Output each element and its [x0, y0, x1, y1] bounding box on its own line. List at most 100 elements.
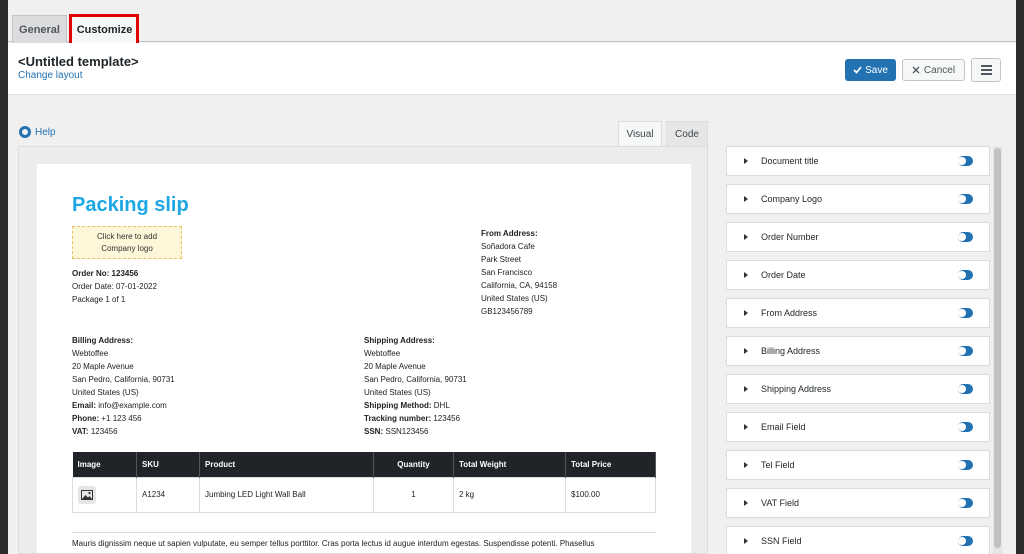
help-link[interactable]: Help — [19, 126, 56, 138]
cancel-label: Cancel — [923, 64, 956, 76]
logo-placeholder-line2: Company logo — [101, 243, 153, 253]
billing-address-heading: Billing Address: — [72, 336, 134, 345]
close-icon — [912, 66, 920, 74]
document-paper: Packing slip Click here to add Company l… — [37, 164, 691, 553]
side-item-email-field[interactable]: Email Field — [726, 412, 990, 442]
toggle-switch[interactable] — [958, 232, 973, 242]
side-item-shipping-address[interactable]: Shipping Address — [726, 374, 990, 404]
from-address-heading: From Address: — [481, 229, 538, 238]
cell-sku: A1234 — [136, 476, 200, 513]
billing-line: San Pedro, California, 90731 — [72, 375, 175, 384]
email-value: info@example.com — [98, 401, 167, 410]
footer-text: Mauris dignissim neque ut sapien vulputa… — [72, 539, 595, 548]
cell-quantity: 1 — [373, 476, 454, 513]
tab-code[interactable]: Code — [666, 121, 708, 146]
hamburger-icon — [980, 65, 992, 67]
app-frame: General Customize <Untitled template> Ch… — [8, 0, 1016, 554]
side-item-label: Email Field — [761, 422, 806, 432]
shipping-method-label: Shipping Method: — [364, 401, 432, 410]
template-title: <Untitled template> — [18, 54, 139, 69]
side-item-order-date[interactable]: Order Date — [726, 260, 990, 290]
toggle-switch[interactable] — [958, 384, 973, 394]
toggle-switch[interactable] — [958, 422, 973, 432]
caret-right-icon — [744, 310, 748, 316]
toggle-switch[interactable] — [958, 194, 973, 204]
document-preview: Packing slip Click here to add Company l… — [18, 146, 708, 554]
toggle-switch[interactable] — [958, 498, 973, 508]
side-item-label: Tel Field — [761, 460, 795, 470]
tracking-number: Tracking number: 123456 — [364, 412, 467, 425]
side-item-tel-field[interactable]: Tel Field — [726, 450, 990, 480]
image-icon — [78, 485, 96, 504]
from-address: From Address: Soñadora Cafe Park Street … — [481, 227, 557, 318]
from-line: Park Street — [481, 255, 522, 264]
side-item-company-logo[interactable]: Company Logo — [726, 184, 990, 214]
ssn: SSN: SSN123456 — [364, 425, 467, 438]
cell-price: $100.00 — [565, 476, 656, 513]
change-layout-link[interactable]: Change layout — [18, 70, 83, 81]
template-header: <Untitled template> Change layout Save C… — [8, 43, 1016, 95]
toggle-switch[interactable] — [958, 270, 973, 280]
side-item-label: Shipping Address — [761, 384, 832, 394]
side-item-from-address[interactable]: From Address — [726, 298, 990, 328]
ssn-value: SSN123456 — [385, 427, 429, 436]
ssn-label: SSN: — [364, 427, 384, 436]
product-table: Image SKU Product Quantity Total Weight … — [72, 452, 656, 513]
tab-visual[interactable]: Visual — [618, 121, 662, 146]
shipping-line: United States (US) — [364, 388, 431, 397]
side-item-label: Order Number — [761, 232, 819, 242]
toggle-switch[interactable] — [958, 308, 973, 318]
lifebuoy-icon — [19, 126, 31, 138]
logo-placeholder-line1: Click here to add — [96, 231, 158, 241]
menu-button[interactable] — [971, 58, 1001, 82]
side-item-billing-address[interactable]: Billing Address — [726, 336, 990, 366]
from-line: Soñadora Cafe — [481, 242, 535, 251]
from-line: California, CA, 94158 — [481, 281, 558, 290]
shipping-address: Shipping Address: Webtoffee 20 Maple Ave… — [364, 334, 467, 438]
tracking-label: Tracking number: — [364, 414, 432, 423]
side-item-document-title[interactable]: Document title — [726, 146, 990, 176]
help-label: Help — [35, 126, 56, 138]
toggle-switch[interactable] — [958, 156, 973, 166]
col-quantity: Quantity — [373, 452, 454, 477]
from-line: GB123456789 — [481, 307, 533, 316]
shipping-line: 20 Maple Avenue — [364, 362, 426, 371]
billing-address: Billing Address: Webtoffee 20 Maple Aven… — [72, 334, 175, 438]
scrollbar-thumb[interactable] — [994, 148, 1001, 548]
table-header-row: Image SKU Product Quantity Total Weight … — [72, 452, 656, 477]
col-product: Product — [199, 452, 374, 477]
billing-line: United States (US) — [72, 388, 139, 397]
toggle-switch[interactable] — [958, 460, 973, 470]
tab-customize[interactable]: Customize — [71, 15, 138, 44]
billing-phone: Phone: +1 123 456 — [72, 412, 175, 425]
tab-general[interactable]: General — [12, 15, 67, 43]
side-item-label: VAT Field — [761, 498, 800, 508]
company-logo-placeholder[interactable]: Click here to add Company logo — [72, 226, 182, 259]
save-button[interactable]: Save — [845, 59, 896, 81]
caret-right-icon — [744, 234, 748, 240]
toggle-switch[interactable] — [958, 536, 973, 546]
toggle-switch[interactable] — [958, 346, 973, 356]
customize-panel: Document title Company Logo Order Number… — [726, 146, 1002, 554]
phone-label: Phone: — [72, 414, 100, 423]
hamburger-line — [980, 69, 992, 71]
billing-email: Email: info@example.com — [72, 399, 175, 412]
col-total-weight: Total Weight — [453, 452, 566, 477]
billing-line: 20 Maple Avenue — [72, 362, 134, 371]
cell-image — [72, 476, 137, 513]
billing-line: Webtoffee — [72, 349, 109, 358]
side-item-ssn-field[interactable]: SSN Field — [726, 526, 990, 554]
side-item-vat-field[interactable]: VAT Field — [726, 488, 990, 518]
side-item-label: Company Logo — [761, 194, 823, 204]
shipping-method: Shipping Method: DHL — [364, 399, 467, 412]
from-line: San Francisco — [481, 268, 533, 277]
check-icon — [853, 66, 862, 74]
side-panel-scrollbar[interactable] — [993, 146, 1002, 554]
cancel-button[interactable]: Cancel — [902, 59, 965, 81]
col-total-price: Total Price — [565, 452, 656, 477]
shipping-address-heading: Shipping Address: — [364, 336, 435, 345]
side-item-label: SSN Field — [761, 536, 802, 546]
shipping-line: San Pedro, California, 90731 — [364, 375, 467, 384]
document-title[interactable]: Packing slip — [72, 194, 189, 217]
side-item-order-number[interactable]: Order Number — [726, 222, 990, 252]
